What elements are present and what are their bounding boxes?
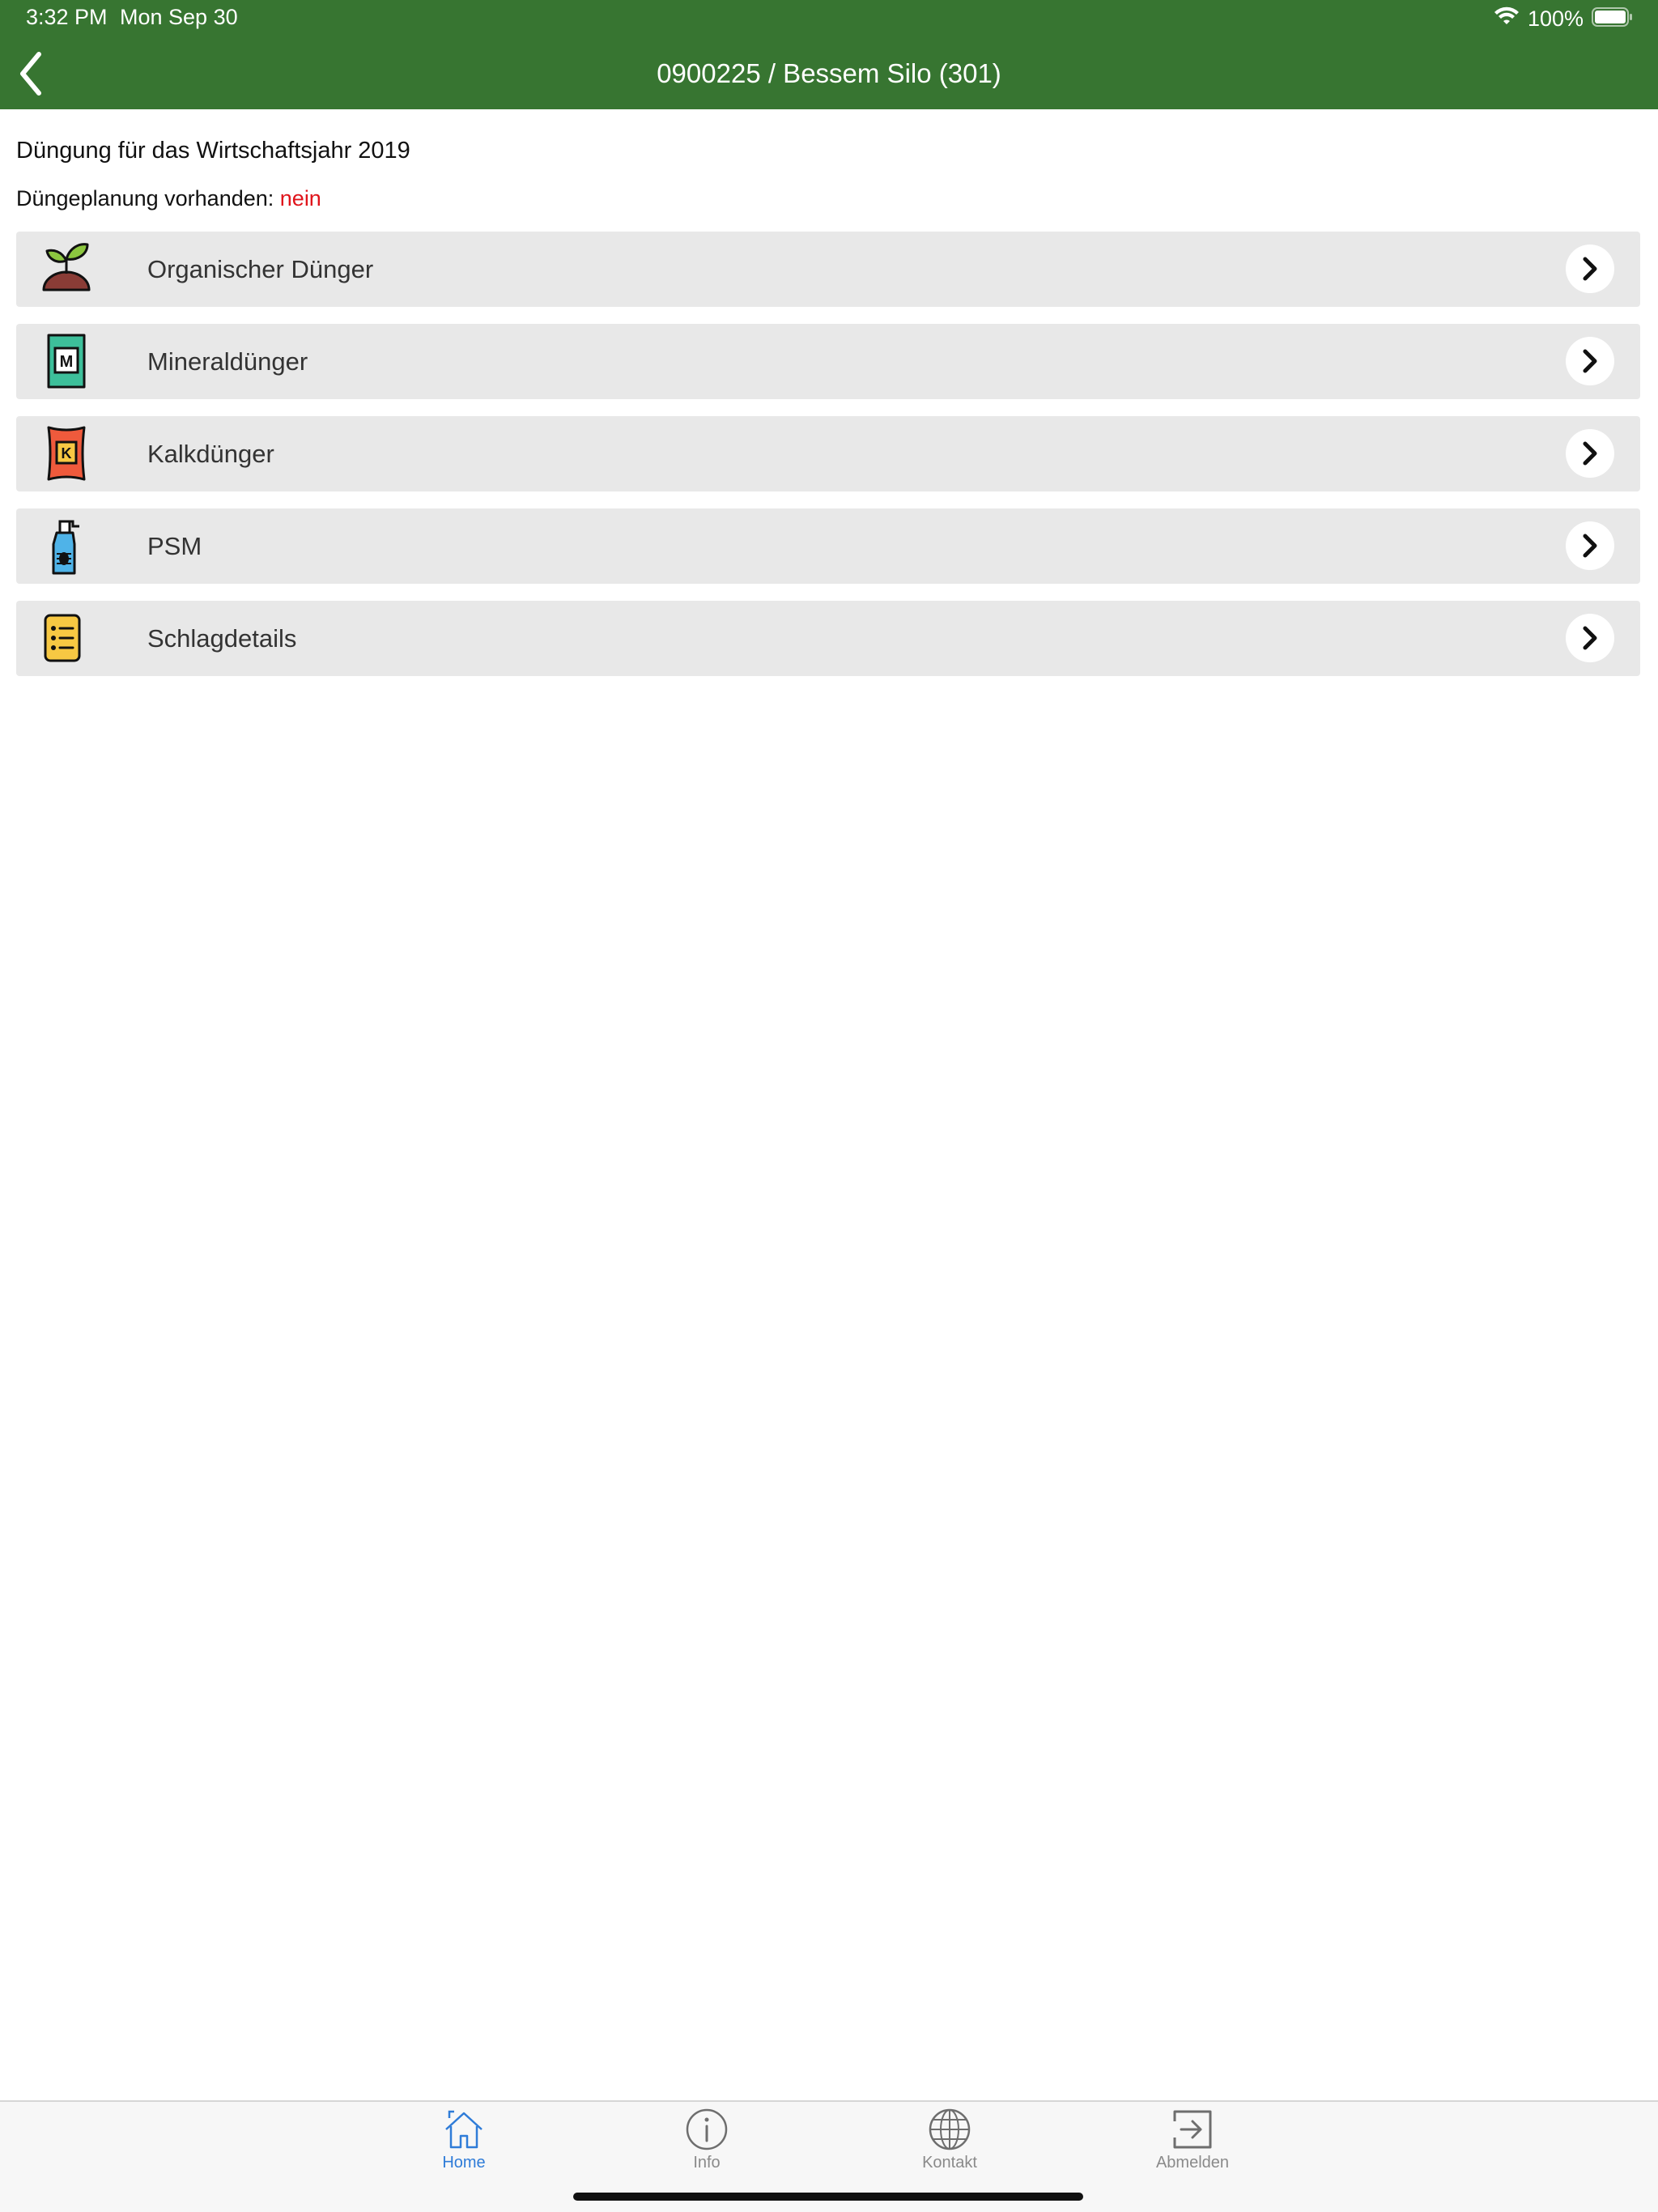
menu-item-label: Organischer Dünger [147,255,374,283]
header: 3:32 PM Mon Sep 30 100% 0900225 / Bessem… [0,0,1658,109]
menu-item-organic-fertilizer[interactable]: Organischer Dünger [16,232,1640,307]
chevron-right-button[interactable] [1566,614,1614,662]
chevron-left-icon [20,52,41,96]
menu-item-label: Mineraldünger [147,347,308,376]
tab-home[interactable]: Home [399,2107,529,2180]
lime-fertilizer-bag-icon: K [47,426,86,481]
status-time: 3:32 PM [26,5,108,29]
chevron-right-icon [1583,534,1597,558]
battery-percentage: 100% [1527,6,1584,31]
mineral-fertilizer-bag-icon: M [47,334,86,389]
status-indicators: 100% [1494,5,1634,32]
home-icon [445,2110,483,2149]
menu-item-label: Kalkdünger [147,440,274,468]
svg-text:K: K [62,445,72,462]
tab-label: Home [442,2154,486,2172]
list-document-icon [44,614,81,662]
chevron-right-button[interactable] [1566,429,1614,478]
menu-item-label: PSM [147,532,202,560]
wifi-icon [1494,6,1520,32]
battery-icon [1592,6,1634,32]
menu-item-psm[interactable]: PSM [16,508,1640,584]
tab-logout[interactable]: Abmelden [1128,2107,1257,2180]
chevron-right-icon [1583,441,1597,466]
tab-label: Info [693,2154,721,2172]
status-date: Mon Sep 30 [120,5,238,29]
chevron-right-button[interactable] [1566,245,1614,293]
svg-text:M: M [60,353,74,371]
chevron-right-icon [1583,626,1597,650]
tab-label: Kontakt [922,2154,977,2172]
menu-item-label: Schlagdetails [147,624,297,653]
chevron-right-button[interactable] [1566,337,1614,385]
navigation-bar: 0900225 / Bessem Silo (301) [0,37,1658,109]
menu-list: Organischer Dünger M Mineraldünger K Kal… [16,232,1640,693]
fertilization-year-heading: Düngung für das Wirtschaftsjahr 2019 [16,138,410,164]
app-screen: 3:32 PM Mon Sep 30 100% 0900225 / Bessem… [0,0,1658,2212]
menu-item-field-details[interactable]: Schlagdetails [16,601,1640,676]
menu-item-mineral-fertilizer[interactable]: M Mineraldünger [16,324,1640,399]
tab-label: Abmelden [1155,2154,1230,2172]
globe-icon [929,2108,971,2150]
chevron-right-icon [1583,257,1597,281]
logout-icon [1173,2110,1212,2149]
tab-contact[interactable]: Kontakt [885,2107,1014,2180]
info-icon [686,2108,728,2150]
back-button[interactable] [8,47,53,100]
chevron-right-button[interactable] [1566,521,1614,570]
seedling-icon [42,243,91,291]
spray-bottle-icon [52,520,79,575]
menu-item-lime-fertilizer[interactable]: K Kalkdünger [16,416,1640,491]
chevron-right-icon [1583,349,1597,373]
planning-status-label: Düngeplanung vorhanden: [16,186,274,211]
tab-info[interactable]: Info [642,2107,772,2180]
planning-status: Düngeplanung vorhanden: nein [16,186,321,211]
page-title: 0900225 / Bessem Silo (301) [657,58,1001,88]
planning-status-value: nein [279,186,321,211]
home-indicator[interactable] [573,2193,1083,2201]
status-bar: 3:32 PM Mon Sep 30 100% [0,0,1658,37]
